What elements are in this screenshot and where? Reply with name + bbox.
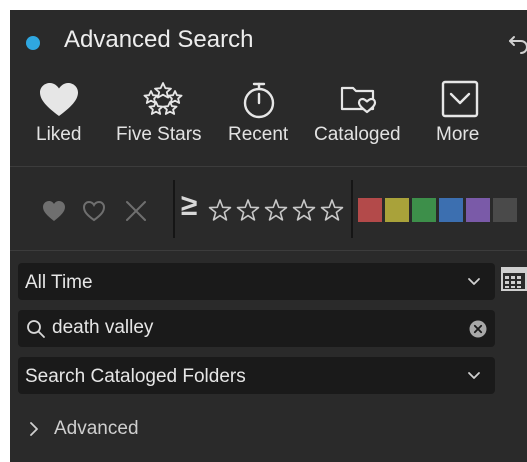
cataloged-label: Cataloged	[314, 124, 401, 145]
color-label-swatch[interactable]	[385, 198, 409, 222]
more-button[interactable]: More	[430, 78, 490, 158]
search-scope-select[interactable]: Search Cataloged Folders	[18, 357, 495, 394]
comparison-operator[interactable]: ≥	[181, 189, 197, 223]
advanced-search-panel: Advanced Search Liked Five Stars Recent …	[10, 10, 527, 462]
panel-header: Advanced Search	[10, 10, 527, 76]
advanced-label: Advanced	[54, 418, 139, 439]
date-range-select[interactable]: All Time	[18, 263, 495, 300]
chevron-down-icon	[468, 372, 480, 379]
date-range-value: All Time	[25, 272, 93, 293]
heart-icon	[40, 83, 78, 116]
search-field[interactable]	[18, 310, 495, 347]
reject-x-icon[interactable]	[124, 199, 148, 223]
rating-separator	[173, 180, 175, 238]
calendar-icon[interactable]	[501, 265, 527, 293]
divider	[10, 166, 527, 167]
stopwatch-icon	[243, 82, 275, 119]
divider	[10, 250, 527, 251]
five-stars-icon	[143, 82, 183, 115]
color-label-swatch[interactable]	[493, 198, 517, 222]
color-label-swatch[interactable]	[358, 198, 382, 222]
search-scope-value: Search Cataloged Folders	[25, 366, 246, 387]
liked-button[interactable]: Liked	[28, 78, 92, 158]
cataloged-button[interactable]: Cataloged	[310, 78, 410, 158]
folder-heart-icon	[340, 86, 377, 114]
rating-filter-row: ≥	[10, 178, 527, 238]
recent-button[interactable]: Recent	[224, 78, 296, 158]
rating-star[interactable]	[292, 199, 316, 221]
clear-search-icon[interactable]	[469, 320, 487, 338]
star-rating-input[interactable]	[208, 196, 348, 224]
color-separator	[351, 180, 353, 238]
rating-star[interactable]	[264, 199, 288, 221]
search-icon	[27, 320, 45, 338]
undo-icon[interactable]	[508, 32, 527, 54]
chevron-box-icon	[441, 80, 479, 118]
color-label-swatch[interactable]	[466, 198, 490, 222]
rating-star[interactable]	[320, 199, 344, 221]
status-dot	[26, 36, 40, 50]
color-label-swatch[interactable]	[412, 198, 436, 222]
rating-star[interactable]	[208, 199, 232, 221]
rating-star[interactable]	[236, 199, 260, 221]
filled-heart-icon[interactable]	[42, 200, 66, 222]
quick-filters: Liked Five Stars Recent Cataloged More	[10, 78, 527, 158]
five-stars-label: Five Stars	[116, 124, 202, 145]
color-label-swatch[interactable]	[439, 198, 463, 222]
recent-label: Recent	[228, 124, 289, 145]
liked-label: Liked	[36, 124, 82, 145]
five-stars-button[interactable]: Five Stars	[114, 78, 214, 158]
more-label: More	[436, 124, 480, 145]
search-input[interactable]	[52, 316, 462, 340]
chevron-right-icon	[30, 422, 38, 436]
outline-heart-icon[interactable]	[82, 200, 106, 222]
panel-title: Advanced Search	[64, 26, 254, 53]
chevron-down-icon	[468, 278, 480, 285]
